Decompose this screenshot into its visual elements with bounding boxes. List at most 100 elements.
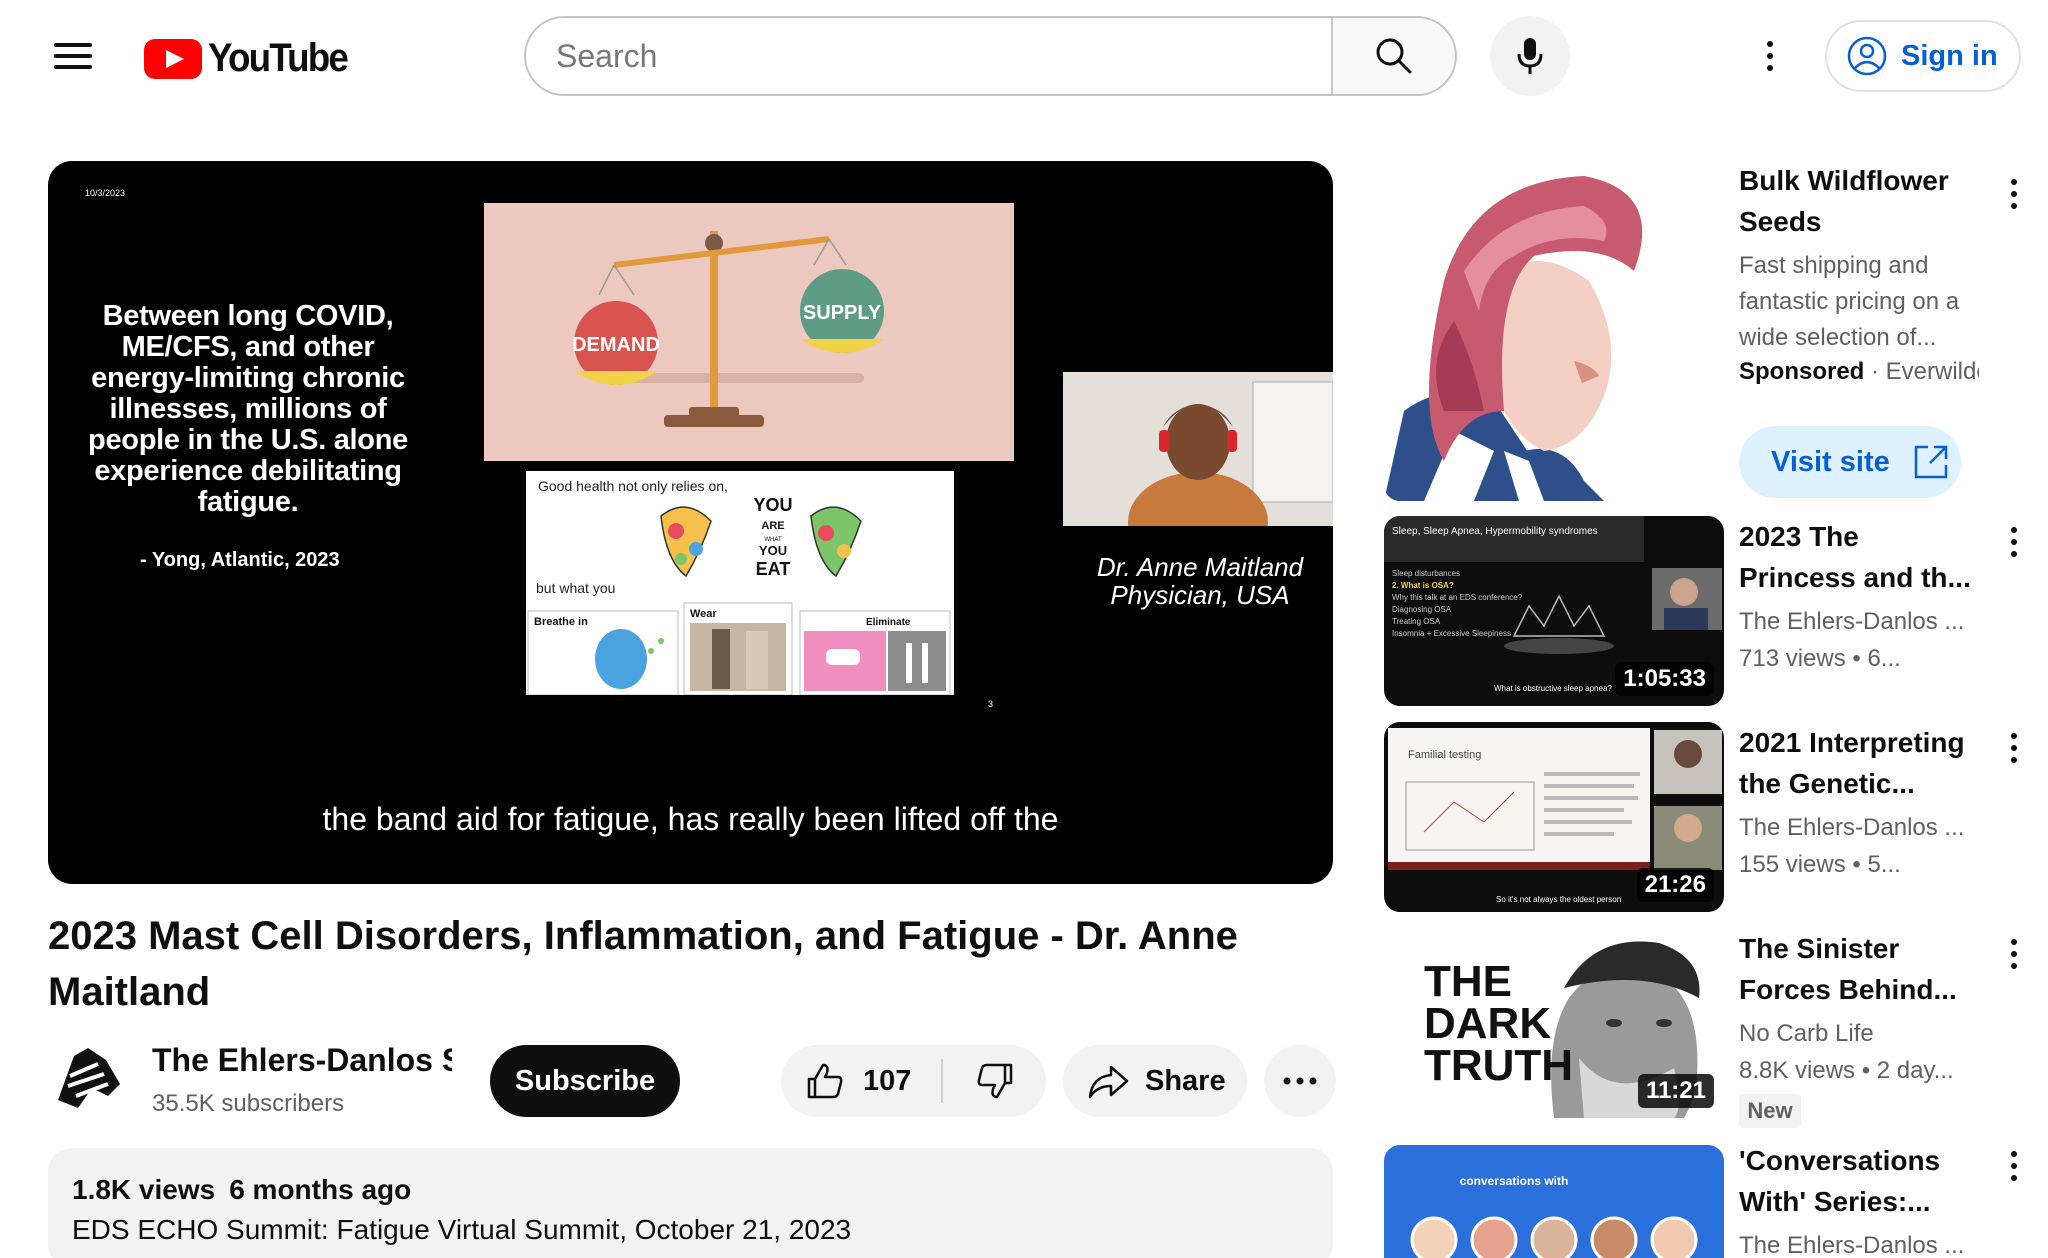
panel-you2-label: YOU bbox=[759, 543, 787, 558]
ad-description: Fast shipping and fantastic pricing on a… bbox=[1739, 252, 1960, 351]
ad-title[interactable]: Bulk Wildflower Seeds bbox=[1739, 160, 1969, 242]
panel-eat-label: EAT bbox=[756, 559, 791, 579]
speaker-role: Physician, USA bbox=[1110, 580, 1290, 610]
top-header: YouTube Sign in bbox=[0, 0, 2048, 112]
description-box[interactable]: 1.8K views 6 months ago EDS ECHO Summit: … bbox=[48, 1148, 1333, 1258]
rec3-duration: 11:21 bbox=[1637, 1074, 1714, 1108]
settings-more-button[interactable] bbox=[1740, 26, 1800, 86]
scale-supply-label: SUPPLY bbox=[803, 302, 882, 324]
recommendation-stats-3: 8.8K views • 2 day... bbox=[1739, 1057, 1954, 1084]
slide-quote: Between long COVID, ME/CFS, and other en… bbox=[88, 300, 408, 518]
rec1-more-icon[interactable] bbox=[1994, 516, 2034, 568]
svg-text:Treating OSA: Treating OSA bbox=[1392, 617, 1441, 626]
recommendation-channel-4[interactable]: The Ehlers-Danlos ... bbox=[1739, 1232, 1979, 1258]
voice-search-button[interactable] bbox=[1490, 16, 1570, 96]
recommendation-channel-3[interactable]: No Carb Life bbox=[1739, 1020, 1979, 1048]
speaker-name: Dr. Anne Maitland bbox=[1096, 552, 1304, 582]
more-actions-button[interactable] bbox=[1264, 1045, 1336, 1117]
rec2-thumb-heading: Familial testing bbox=[1408, 749, 1481, 761]
microphone-icon bbox=[1517, 38, 1543, 74]
rec2-thumb-caption: So it's not always the oldest person bbox=[1496, 895, 1621, 904]
sponsored-label: Sponsored bbox=[1739, 358, 1865, 385]
channel-name[interactable]: The Ehlers-Danlos Society bbox=[152, 1042, 452, 1079]
recommendation-title-4[interactable]: 'Conversations With' Series:... bbox=[1739, 1140, 1979, 1222]
subscribe-button[interactable]: Subscribe bbox=[490, 1045, 680, 1117]
rec1-thumb-heading: Sleep, Sleep Apnea, Hypermobility syndro… bbox=[1392, 526, 1598, 537]
visit-site-label: Visit site bbox=[1771, 445, 1890, 478]
slide-scale-illustration: DEMAND SUPPLY bbox=[484, 203, 1014, 461]
subscriber-count: 35.5K subscribers bbox=[152, 1090, 345, 1117]
like-count: 107 bbox=[863, 1064, 912, 1097]
thumbs-down-icon bbox=[977, 1063, 1012, 1099]
more-vertical-icon bbox=[1750, 30, 1790, 82]
panel-are-label: ARE bbox=[761, 520, 784, 532]
svg-text:Sleep disturbances: Sleep disturbances bbox=[1392, 569, 1460, 578]
ad-image[interactable] bbox=[1384, 161, 1724, 501]
panel-you-label: YOU bbox=[753, 495, 792, 515]
recommendation-title-3[interactable]: The Sinister Forces Behind... bbox=[1739, 928, 1979, 1010]
description-meta: 1.8K views 6 months ago bbox=[72, 1174, 425, 1206]
share-button[interactable]: Share bbox=[1063, 1045, 1247, 1117]
recommendation-channel-2[interactable]: The Ehlers-Danlos ... bbox=[1739, 814, 1979, 842]
rec4-more-icon[interactable] bbox=[1994, 1140, 2034, 1192]
rec3-more-icon[interactable] bbox=[1994, 928, 2034, 980]
video-title: 2023 Mast Cell Disorders, Inflammation, … bbox=[48, 914, 1238, 1014]
zebra-logo-icon bbox=[58, 1048, 120, 1108]
youtube-logo[interactable]: YouTube bbox=[144, 36, 359, 81]
recommendation-stats-1: 713 views • 6... bbox=[1739, 645, 1901, 672]
video-caption: the band aid for fatigue, has really bee… bbox=[322, 801, 1059, 837]
svg-text:Diagnosing OSA: Diagnosing OSA bbox=[1392, 605, 1452, 614]
recommendation-title-2[interactable]: 2021 Interpreting the Genetic... bbox=[1739, 722, 1979, 804]
rec2-more-icon[interactable] bbox=[1994, 722, 2034, 774]
svg-text:Insomnia + Excessive Sleepines: Insomnia + Excessive Sleepiness bbox=[1392, 629, 1511, 638]
advertiser-name: Everwilde bbox=[1885, 358, 1979, 385]
visit-site-button[interactable]: Visit site bbox=[1739, 426, 1961, 498]
svg-text:TRUTH: TRUTH bbox=[1424, 1041, 1573, 1090]
search-button[interactable] bbox=[1331, 16, 1457, 96]
sign-in-button[interactable]: Sign in bbox=[1825, 20, 2021, 92]
slide-health-panel: Good health not only relies on, YOU ARE … bbox=[526, 471, 954, 696]
panel-text-good-health: Good health not only relies on, bbox=[538, 478, 728, 494]
ad-sponsor-line: Sponsored · Everwilde bbox=[1739, 358, 1979, 386]
video-player[interactable]: 10/3/2023 Between long COVID, ME/CFS, an… bbox=[48, 161, 1333, 884]
upload-age: 6 months ago bbox=[229, 1174, 412, 1205]
panel-breathe-label: Breathe in bbox=[534, 616, 588, 628]
recommendation-channel-1[interactable]: The Ehlers-Danlos ... bbox=[1739, 608, 1979, 636]
recommendation-title-1[interactable]: 2023 The Princess and th... bbox=[1739, 516, 1979, 598]
search-box bbox=[524, 16, 1331, 96]
more-horizontal-icon bbox=[1283, 1077, 1317, 1085]
youtube-play-logo-icon bbox=[144, 38, 202, 79]
sign-in-label: Sign in bbox=[1901, 39, 1998, 72]
logo-text: YouTube bbox=[208, 36, 349, 80]
speaker-name-label: Dr. Anne Maitland Physician, USA bbox=[1088, 553, 1312, 609]
recommendation-thumbnail-4[interactable]: conversations with bbox=[1384, 1145, 1724, 1258]
view-count: 1.8K views bbox=[72, 1174, 216, 1205]
like-dislike-group: 107 bbox=[781, 1045, 1046, 1117]
like-button[interactable]: 107 bbox=[781, 1045, 941, 1117]
external-link-icon bbox=[1914, 445, 1947, 479]
share-icon bbox=[1088, 1065, 1129, 1099]
channel-avatar[interactable] bbox=[48, 1038, 128, 1118]
thumbs-up-icon bbox=[807, 1063, 843, 1099]
menu-hamburger-icon[interactable] bbox=[40, 30, 104, 82]
search-input[interactable] bbox=[556, 18, 1316, 94]
recommendation-stats-2: 155 views • 5... bbox=[1739, 851, 1901, 878]
description-text: EDS ECHO Summit: Fatigue Virtual Summit,… bbox=[72, 1214, 852, 1245]
rec2-duration: 21:26 bbox=[1636, 868, 1714, 902]
recommendation-thumbnail-1[interactable]: Sleep, Sleep Apnea, Hypermobility syndro… bbox=[1384, 516, 1724, 706]
rec1-duration: 1:05:33 bbox=[1615, 662, 1714, 696]
recommendation-thumbnail-3[interactable]: THE DARK TRUTH 11:21 bbox=[1384, 928, 1724, 1118]
speaker-webcam bbox=[1063, 372, 1333, 526]
slide-number: 3 bbox=[988, 699, 994, 709]
recommendation-thumbnail-2[interactable]: Familial testing So it's not always the … bbox=[1384, 722, 1724, 912]
scale-demand-label: DEMAND bbox=[572, 334, 660, 356]
share-label: Share bbox=[1145, 1064, 1226, 1097]
account-circle-icon bbox=[1847, 36, 1887, 76]
dislike-button[interactable] bbox=[943, 1045, 1046, 1117]
search-icon bbox=[1376, 38, 1412, 74]
rec4-thumb-text: conversations with bbox=[1460, 1174, 1569, 1188]
ad-more-icon[interactable] bbox=[1994, 168, 2034, 220]
panel-eliminate-label: Eliminate bbox=[866, 617, 911, 628]
slide-date: 10/3/2023 bbox=[85, 188, 126, 198]
panel-wear-label: Wear bbox=[690, 608, 717, 620]
